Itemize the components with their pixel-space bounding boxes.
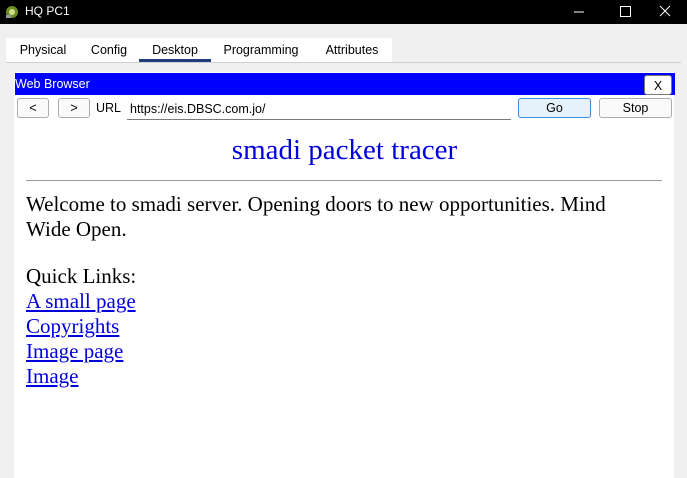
maximize-icon (620, 6, 631, 17)
tab-desktop[interactable]: Desktop (139, 38, 211, 62)
maximize-button[interactable] (602, 0, 648, 24)
minimize-icon (574, 11, 584, 13)
tab-physical[interactable]: Physical (8, 38, 78, 62)
tab-programming[interactable]: Programming (215, 38, 307, 62)
web-browser-title: Web Browser (15, 77, 90, 91)
close-icon (659, 5, 671, 17)
url-label: URL (96, 101, 122, 115)
quick-links-heading: Quick Links: (26, 264, 137, 288)
url-input[interactable] (127, 98, 511, 120)
welcome-text: Welcome to smadi server. Opening doors t… (26, 192, 606, 241)
window-title: HQ PC1 (25, 4, 70, 18)
tab-attributes[interactable]: Attributes (313, 38, 391, 62)
forward-button[interactable]: > (58, 98, 90, 118)
go-button[interactable]: Go (518, 98, 591, 118)
link-image-page[interactable]: Image page (26, 339, 123, 364)
tab-config[interactable]: Config (82, 38, 136, 62)
tab-divider (6, 62, 681, 63)
window-title-bar: HQ PC1 (0, 0, 687, 24)
close-window-button[interactable] (643, 0, 687, 24)
link-small-page[interactable]: A small page (26, 289, 136, 314)
web-page-content: smadi packet tracer Welcome to smadi ser… (16, 124, 673, 478)
packet-tracer-app-icon (6, 6, 18, 18)
tab-bar: Physical Config Desktop Programming Attr… (6, 38, 392, 62)
back-button[interactable]: < (17, 98, 49, 118)
stop-button[interactable]: Stop (599, 98, 672, 118)
link-image[interactable]: Image (26, 364, 78, 389)
close-browser-button[interactable]: X (644, 75, 672, 95)
page-title: smadi packet tracer (231, 134, 458, 166)
web-browser-header: Web Browser X (15, 73, 675, 95)
minimize-button[interactable] (556, 0, 602, 24)
link-copyrights[interactable]: Copyrights (26, 314, 119, 339)
page-divider (26, 180, 662, 181)
